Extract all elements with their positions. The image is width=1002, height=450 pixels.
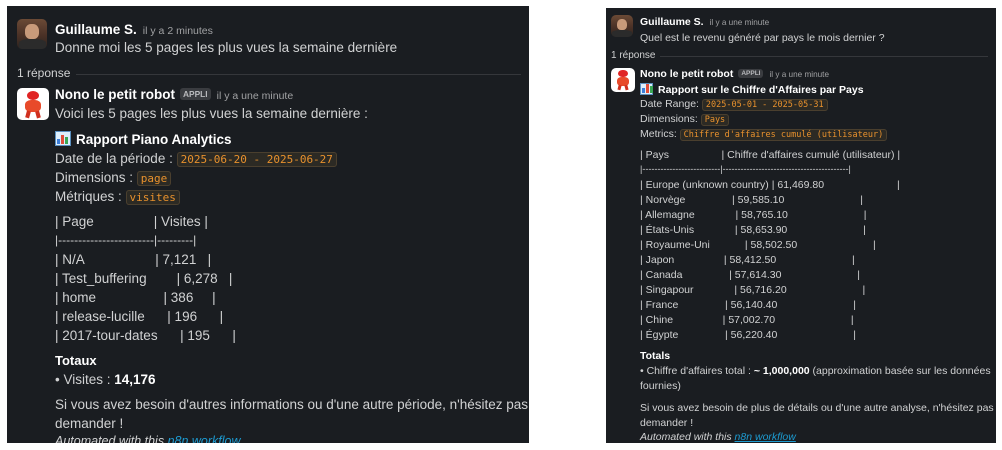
outro-line-2: demander ! xyxy=(640,417,694,429)
table-line: | France | 56,140.40 | xyxy=(640,299,856,311)
automated-note: Automated with this n8n workflow xyxy=(640,431,796,443)
totals-row: • Visites : 14,176 xyxy=(55,372,156,387)
totals-row-cont: fournies) xyxy=(640,380,681,392)
answer-intro: Voici les 5 pages les plus vues la semai… xyxy=(55,106,368,121)
table-line: | 2017-tour-dates | 195 | xyxy=(55,328,236,343)
user-avatar[interactable] xyxy=(611,15,633,37)
table-line: | Japon | 58,412.50 | xyxy=(640,254,855,266)
question-text: Quel est le revenu généré par pays le mo… xyxy=(640,32,885,44)
question-author[interactable]: Guillaume S. il y a 2 minutes xyxy=(55,22,213,37)
table-line: | Test_buffering | 6,278 | xyxy=(55,271,233,286)
table-line: | release-lucille | 196 | xyxy=(55,309,224,324)
table-line: | États-Unis | 58,653.90 | xyxy=(640,224,866,236)
dimensions-code: Pays xyxy=(700,114,730,126)
table-line: |------------------------|---------| xyxy=(55,233,197,247)
table-line: | Norvège | 59,585.10 | xyxy=(640,194,863,206)
bar-chart-icon xyxy=(55,131,71,146)
period-code: 2025-06-20 - 2025-06-27 xyxy=(176,152,337,167)
workflow-link[interactable]: n8n workflow xyxy=(735,431,796,443)
workflow-link[interactable]: n8n workflow xyxy=(168,434,241,443)
table-line: | Royaume-Uni | 58,502.50 | xyxy=(640,239,876,251)
table-line: | Europe (unknown country) | 61,469.80 | xyxy=(640,179,900,191)
totals-title: Totals xyxy=(640,350,671,362)
outro-line-2: demander ! xyxy=(55,416,124,431)
replies-count[interactable]: 1 réponse xyxy=(17,66,77,80)
table-line: | Canada | 57,614.30 | xyxy=(640,269,861,281)
outro-line-1: Si vous avez besoin de plus de détails o… xyxy=(640,402,996,414)
table-line: | home | 386 | xyxy=(55,290,216,305)
answer-timestamp[interactable]: il y a une minute xyxy=(217,90,294,102)
table-line: | Allemagne | 58,765.10 | xyxy=(640,209,867,221)
dimensions-code: page xyxy=(136,171,172,186)
answer-timestamp[interactable]: il y a une minute xyxy=(769,70,829,79)
question-text: Donne moi les 5 pages les plus vues la s… xyxy=(55,40,398,55)
metrics-code: Chiffre d'affaires cumulé (utilisateur) xyxy=(679,129,888,141)
bot-avatar[interactable] xyxy=(17,88,49,120)
thread-divider xyxy=(51,74,521,75)
table-line: |--------------------------|------------… xyxy=(640,164,851,174)
metrics-row: Métriques : visites xyxy=(55,189,180,205)
table-line: | Chine | 57,002.70 | xyxy=(640,314,854,326)
question-timestamp[interactable]: il y a une minute xyxy=(710,18,770,27)
bot-avatar[interactable] xyxy=(611,68,635,92)
report-title: Rapport Piano Analytics xyxy=(55,131,232,147)
date-range-row: Date Range: 2025-05-01 - 2025-05-31 xyxy=(640,98,828,111)
right-thread-panel: Guillaume S. il y a une minute Quel est l… xyxy=(606,8,996,443)
totals-title: Totaux xyxy=(55,353,97,368)
table-line: | Singapour | 56,716.20 | xyxy=(640,284,866,296)
thread-divider xyxy=(640,56,988,57)
app-badge: APPLI xyxy=(738,69,764,78)
table-line: | Pays | Chiffre d'affaires cumulé (util… xyxy=(640,149,901,161)
automated-note: Automated with this n8n workflow xyxy=(55,434,241,443)
user-avatar[interactable] xyxy=(17,19,47,49)
totals-row: • Chiffre d'affaires total : ~ 1,000,000… xyxy=(640,365,991,377)
app-badge: APPLI xyxy=(179,88,211,100)
question-timestamp[interactable]: il y a 2 minutes xyxy=(143,25,213,37)
report-title: Rapport sur le Chiffre d'Affaires par Pa… xyxy=(640,83,864,96)
dimensions-row: Dimensions : page xyxy=(55,170,172,186)
table-line: | Page | Visites | xyxy=(55,214,208,229)
question-author[interactable]: Guillaume S. il y a une minute xyxy=(640,16,769,28)
period-row: Date de la période : 2025-06-20 - 2025-0… xyxy=(55,151,337,167)
outro-line-1: Si vous avez besoin d'autres information… xyxy=(55,397,529,412)
left-thread-panel: Guillaume S. il y a 2 minutes Donne moi l… xyxy=(7,6,529,443)
table-line: | Égypte | 56,220.40 | xyxy=(640,329,856,341)
answer-author[interactable]: Nono le petit robot APPLI il y a une minut… xyxy=(55,87,293,102)
metrics-code: visites xyxy=(125,190,180,205)
table-line: | N/A | 7,121 | xyxy=(55,252,212,267)
replies-count[interactable]: 1 réponse xyxy=(611,50,661,61)
answer-author[interactable]: Nono le petit robot APPLI il y a une minut… xyxy=(640,68,829,80)
metrics-row: Metrics: Chiffre d'affaires cumulé (util… xyxy=(640,128,888,141)
bar-chart-icon xyxy=(640,83,653,95)
dimensions-row: Dimensions: Pays xyxy=(640,113,730,126)
date-range-code: 2025-05-01 - 2025-05-31 xyxy=(701,99,828,111)
